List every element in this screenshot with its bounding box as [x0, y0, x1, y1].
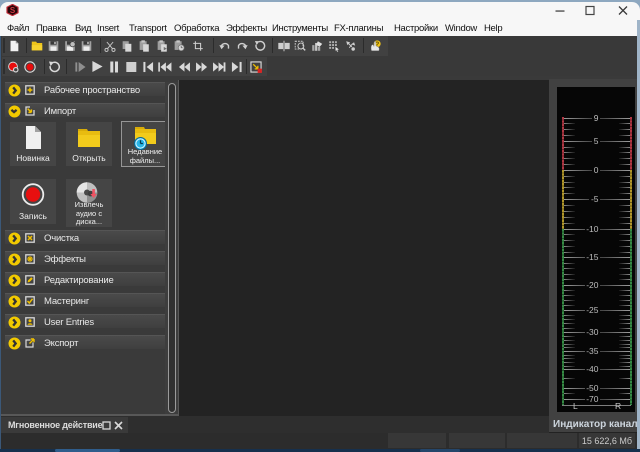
svg-text:S: S [10, 6, 16, 15]
